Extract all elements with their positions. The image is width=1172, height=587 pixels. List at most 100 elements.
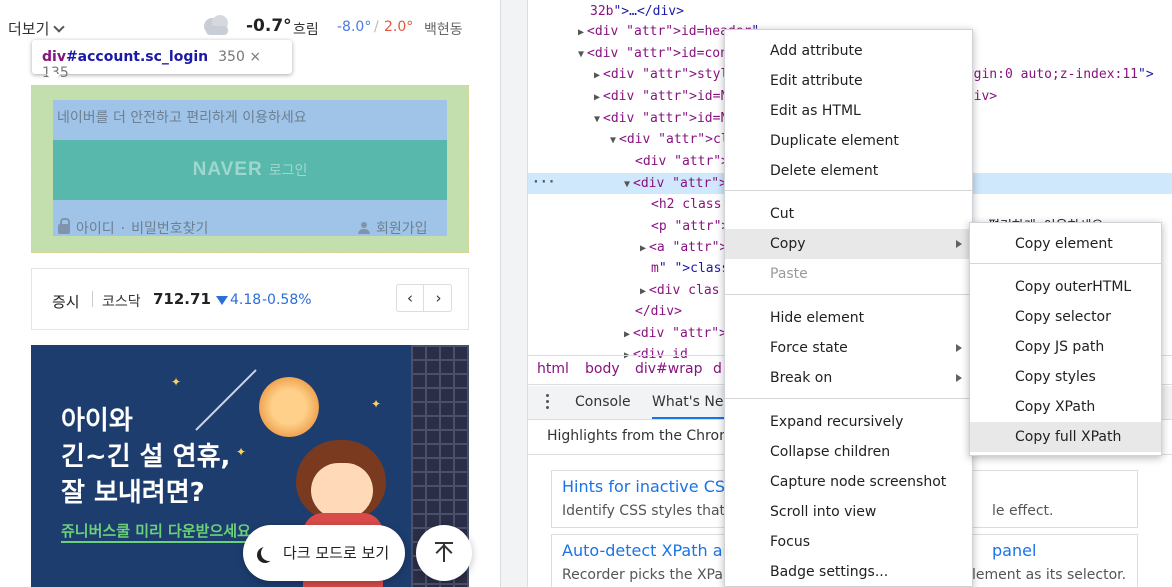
menu-item-copy-xpath[interactable]: Copy XPath	[970, 392, 1161, 422]
collapse-triangle-icon[interactable]: ▼	[624, 179, 630, 190]
banner-subtitle[interactable]: 쥬니버스쿨 미리 다운받으세요	[61, 520, 251, 543]
card-title[interactable]: Hints for inactive CSS	[562, 477, 735, 496]
menu-item-label: Break on	[770, 370, 833, 386]
menu-item-capture-node-screenshot[interactable]: Capture node screenshot	[725, 467, 972, 497]
weather-location[interactable]: 백현동	[424, 19, 463, 39]
dom-node[interactable]: </div>	[635, 301, 682, 323]
menu-item-collapse-children[interactable]: Collapse children	[725, 437, 972, 467]
menu-item-label: Collapse children	[770, 444, 891, 460]
scroll-top-button[interactable]	[416, 525, 472, 581]
menu-item-duplicate-element[interactable]: Duplicate element	[725, 126, 972, 156]
naver-login-button[interactable]: NAVER 로그인	[53, 140, 447, 200]
panel-divider[interactable]	[500, 0, 528, 587]
menu-item-cut[interactable]: Cut	[725, 199, 972, 229]
menu-item-copy[interactable]: Copy	[725, 229, 972, 259]
signup-link[interactable]: 회원가입	[358, 218, 428, 238]
menu-separator	[970, 263, 1161, 264]
dom-node-text: 32b">…</div>	[590, 4, 684, 19]
menu-item-label: Copy JS path	[1015, 339, 1105, 355]
naver-logo: NAVER	[192, 159, 263, 180]
card-desc: Recorder picks the XPa	[562, 567, 723, 583]
expand-triangle-icon[interactable]: ▶	[594, 92, 600, 103]
menu-item-copy-js-path[interactable]: Copy JS path	[970, 332, 1161, 362]
menu-item-add-attribute[interactable]: Add attribute	[725, 36, 972, 66]
stock-label[interactable]: 증시	[52, 291, 80, 312]
menu-item-label: Cut	[770, 206, 795, 222]
menu-item-copy-outerhtml[interactable]: Copy outerHTML	[970, 272, 1161, 302]
dom-node-text: <h2 class	[651, 197, 722, 212]
menu-item-copy-element[interactable]: Copy element	[970, 229, 1161, 259]
ellipsis-icon[interactable]: ···	[532, 173, 555, 193]
star-icon: ✦	[236, 445, 247, 459]
dom-node[interactable]: <h2 class	[651, 194, 721, 216]
password-find-link[interactable]: 비밀번호찾기	[131, 221, 208, 237]
menu-item-copy-styles[interactable]: Copy styles	[970, 362, 1161, 392]
menu-item-label: Copy styles	[1015, 369, 1096, 385]
menu-item-label: Copy selector	[1015, 309, 1111, 325]
submenu-arrow-icon	[956, 374, 962, 382]
card-desc-end: lement as its selector.	[972, 567, 1127, 583]
star-icon: ✦	[371, 397, 382, 411]
crumb-next[interactable]: d	[713, 361, 722, 377]
tab-console[interactable]: Console	[575, 394, 631, 410]
naver-page: 더보기 -0.7° 흐림 -8.0° / 2.0° 백현동 div#accoun…	[0, 0, 500, 587]
menu-item-label: Copy XPath	[1015, 399, 1096, 415]
menu-item-paste: Paste	[725, 259, 972, 289]
more-menu-button[interactable]: 더보기	[8, 18, 66, 39]
dom-node-text: </div>	[635, 304, 682, 319]
menu-separator	[725, 398, 972, 399]
card-desc: Identify CSS styles that	[562, 503, 726, 519]
expand-triangle-icon[interactable]: ▶	[640, 243, 646, 254]
expand-triangle-icon[interactable]: ▶	[624, 329, 630, 340]
more-options-icon[interactable]	[546, 394, 550, 412]
card-title[interactable]: Auto-detect XPath an	[562, 541, 733, 560]
menu-item-label: Badge settings...	[770, 564, 889, 580]
menu-item-hide-element[interactable]: Hide element	[725, 303, 972, 333]
next-button[interactable]: ›	[425, 285, 452, 311]
dom-node[interactable]: ▶ <div clas	[640, 280, 719, 302]
crumb-html[interactable]: html	[537, 361, 569, 377]
copy-submenu: Copy element Copy outerHTML Copy selector C…	[969, 222, 1162, 456]
rabbit-bubble	[259, 377, 319, 437]
dom-node[interactable]: 32b">…</div>	[590, 1, 684, 23]
expand-triangle-icon[interactable]: ▶	[594, 70, 600, 81]
menu-item-scroll-into-view[interactable]: Scroll into view	[725, 497, 972, 527]
dom-node-text: argin:0 auto;z-index:11">	[958, 67, 1154, 82]
login-links: 아이디 · 비밀번호찾기	[58, 218, 208, 238]
expand-triangle-icon[interactable]: ▶	[578, 27, 584, 38]
tooltip-tag: div	[42, 49, 66, 65]
expand-triangle-icon[interactable]: ▶	[640, 286, 646, 297]
menu-item-edit-as-html[interactable]: Edit as HTML	[725, 96, 972, 126]
collapse-triangle-icon[interactable]: ▼	[578, 49, 584, 60]
menu-item-copy-selector[interactable]: Copy selector	[970, 302, 1161, 332]
menu-item-delete-element[interactable]: Delete element	[725, 156, 972, 186]
crumb-div-wrap[interactable]: div#wrap	[635, 361, 702, 377]
stock-market[interactable]: 코스닥	[102, 291, 141, 311]
stock-value: 712.71	[153, 290, 211, 308]
menu-item-force-state[interactable]: Force state	[725, 333, 972, 363]
star-icon: ✦	[171, 375, 182, 389]
dark-mode-button[interactable]: 다크 모드로 보기	[243, 525, 405, 581]
menu-item-label: Add attribute	[770, 43, 863, 59]
element-context-menu: Add attribute Edit attribute Edit as HTML D…	[724, 29, 973, 587]
menu-separator	[725, 294, 972, 295]
menu-item-focus[interactable]: Focus	[725, 527, 972, 557]
id-find-link[interactable]: 아이디	[76, 221, 115, 237]
menu-item-copy-full-xpath[interactable]: Copy full XPath	[970, 422, 1161, 452]
stock-divider	[92, 291, 93, 307]
menu-item-break-on[interactable]: Break on	[725, 363, 972, 393]
menu-item-label: Copy full XPath	[1015, 429, 1122, 445]
tab-whats-new[interactable]: What's New	[652, 394, 735, 419]
menu-item-edit-attribute[interactable]: Edit attribute	[725, 66, 972, 96]
stock-widget: 증시 코스닥 712.71 4.18 -0.58% ‹ ›	[31, 268, 469, 330]
menu-item-label: Capture node screenshot	[770, 474, 947, 490]
prev-button[interactable]: ‹	[397, 285, 424, 311]
menu-item-expand-recursively[interactable]: Expand recursively	[725, 407, 972, 437]
crumb-body[interactable]: body	[585, 361, 620, 377]
menu-item-badge-settings[interactable]: Badge settings...	[725, 557, 972, 587]
collapse-triangle-icon[interactable]: ▼	[610, 135, 616, 146]
card-title-end[interactable]: panel	[992, 541, 1036, 560]
collapse-triangle-icon[interactable]: ▼	[594, 114, 600, 125]
stock-percent: -0.58%	[262, 292, 312, 308]
menu-item-label: Scroll into view	[770, 504, 877, 520]
